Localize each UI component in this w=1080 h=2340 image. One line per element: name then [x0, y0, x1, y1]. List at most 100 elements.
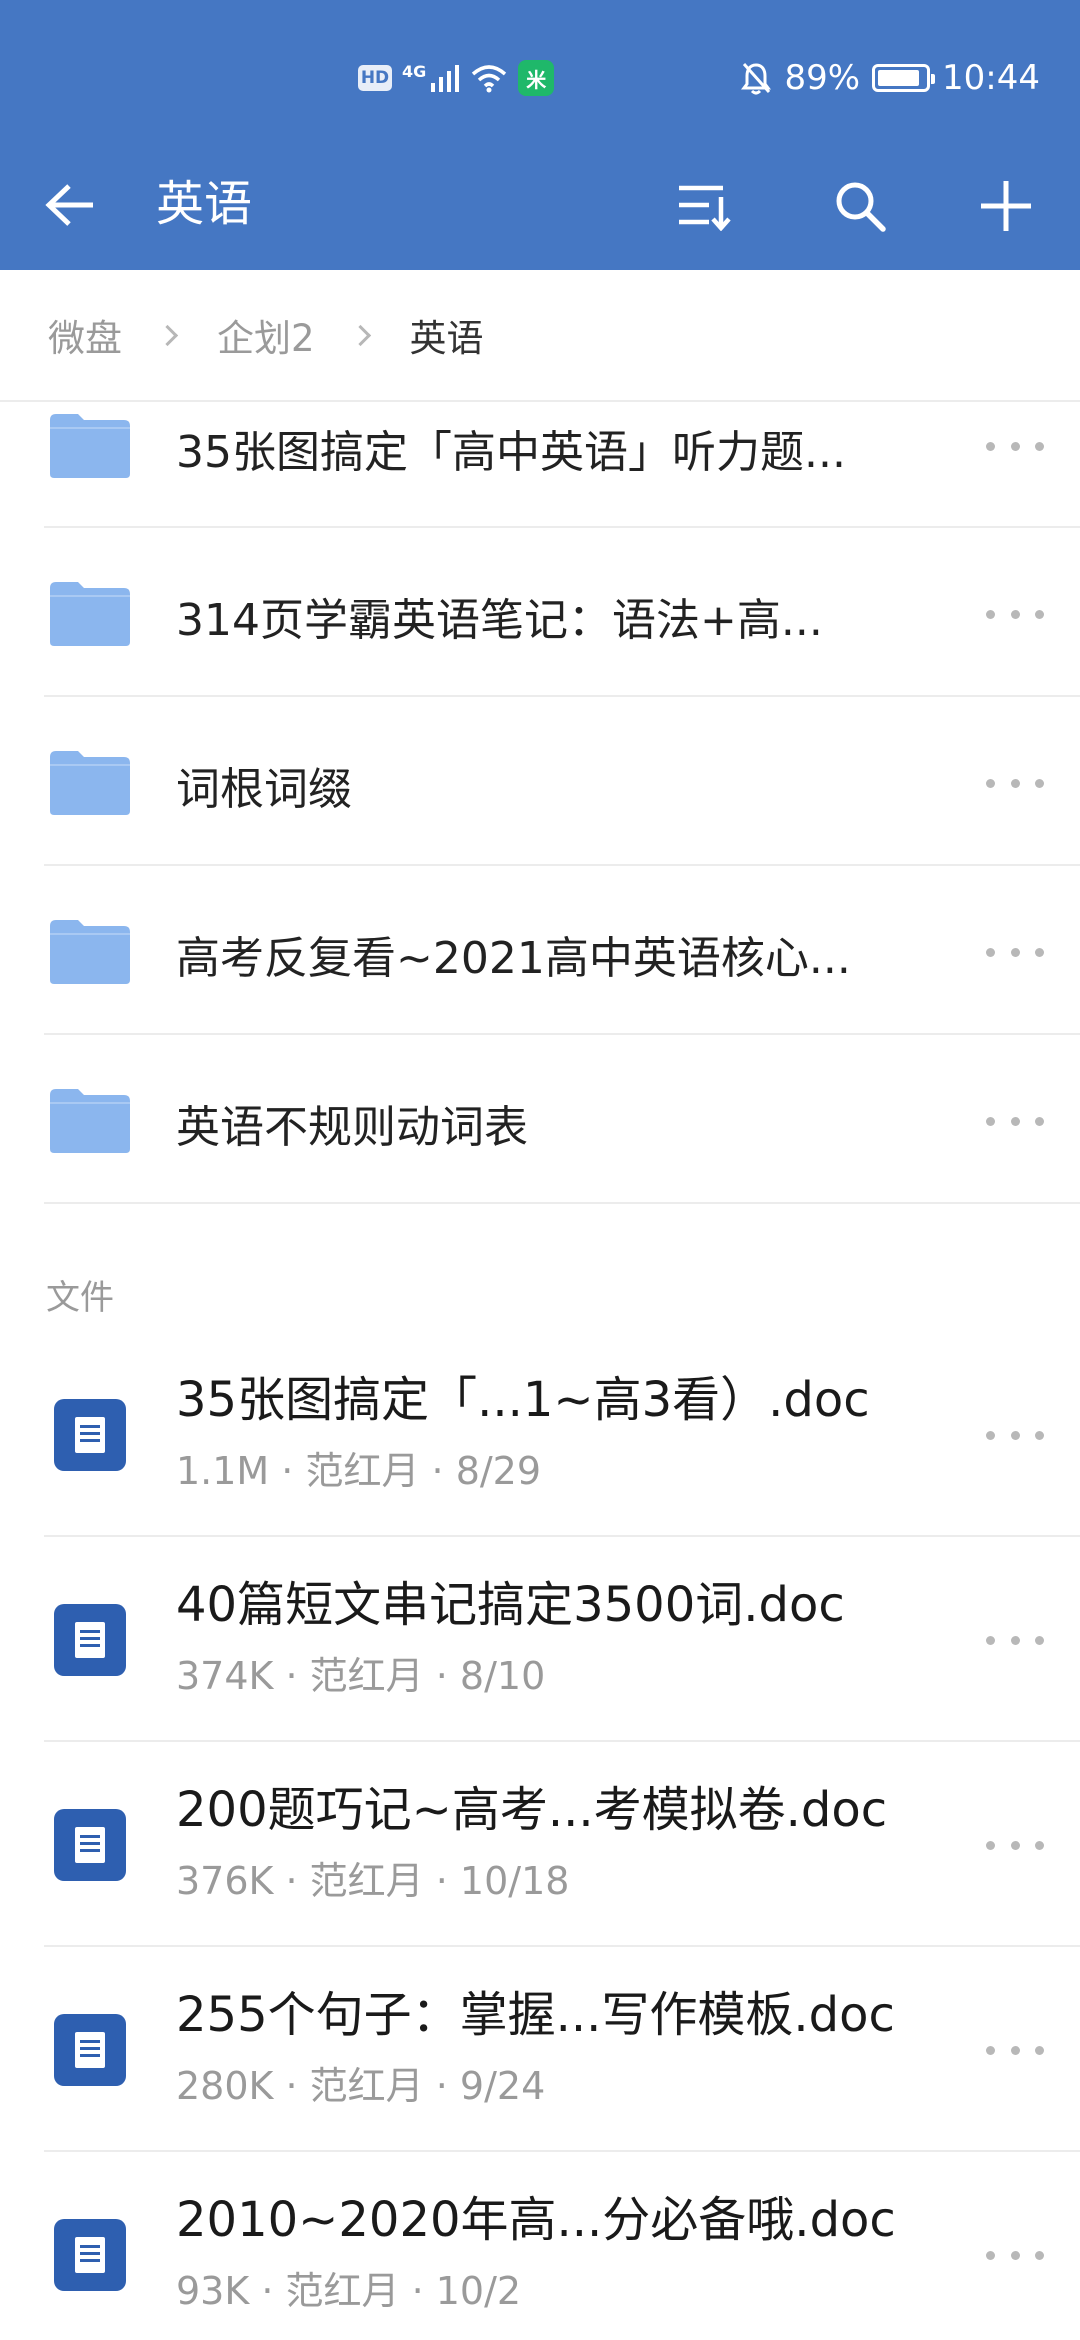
files-section-label: 文件 [46, 1278, 114, 1318]
more-dot-icon [1035, 2250, 1044, 2260]
more-dot-icon [1035, 947, 1044, 957]
wifi-icon [472, 65, 507, 93]
network-type: 4G [402, 61, 427, 81]
folder-icon [50, 920, 130, 984]
bell-muted-icon [741, 63, 772, 95]
breadcrumb: 微盘 企划2 英语 [0, 270, 1080, 402]
more-dot-icon [1035, 1840, 1044, 1850]
more-button[interactable] [980, 1415, 1050, 1455]
more-button[interactable] [980, 763, 1050, 803]
hd-icon: HD [358, 65, 392, 91]
doc-file-icon [54, 1809, 126, 1881]
back-arrow-icon [45, 184, 93, 226]
doc-file-icon [54, 1399, 126, 1471]
folder-name: 314页学霸英语笔记：语法+高... [176, 595, 823, 646]
folder-name: 英语不规则动词表 [176, 1102, 528, 1153]
folder-row[interactable]: 词根词缀 [0, 697, 1080, 866]
file-row[interactable]: 255个句子：掌握...写作模板.doc 280K · 范红月 · 9/24 [0, 1947, 1080, 2152]
more-button[interactable] [980, 594, 1050, 634]
search-button[interactable] [822, 168, 898, 244]
folder-name: 35张图搞定「高中英语」听力题... [176, 427, 846, 478]
folder-name: 高考反复看~2021高中英语核心... [176, 933, 851, 984]
more-dot-icon [986, 2250, 995, 2260]
folder-icon [50, 751, 130, 815]
more-dot-icon [1010, 441, 1020, 451]
add-button[interactable] [968, 168, 1044, 244]
more-dot-icon [986, 2045, 995, 2055]
back-button[interactable] [36, 170, 106, 240]
file-name: 200题巧记~高考...考模拟卷.doc [176, 1782, 888, 1838]
chevron-right-icon [349, 324, 371, 346]
folder-row[interactable]: 高考反复看~2021高中英语核心... [0, 866, 1080, 1035]
more-dot-icon [1010, 609, 1020, 619]
search-icon [836, 182, 886, 232]
folder-icon [50, 414, 130, 478]
file-meta: 93K · 范红月 · 10/2 [176, 2269, 522, 2313]
doc-file-icon [54, 2219, 126, 2291]
clock: 10:44 [942, 58, 1040, 98]
more-dot-icon [986, 947, 995, 957]
breadcrumb-item-current: 英语 [409, 317, 484, 360]
folder-icon [50, 1089, 130, 1153]
top-bar: HD 4G 米 89% 10:44 英语 [0, 0, 1080, 270]
page-title: 英语 [156, 176, 253, 232]
more-button[interactable] [980, 932, 1050, 972]
signal-icon [431, 65, 460, 92]
more-dot-icon [1010, 1840, 1020, 1850]
status-right: 89% 10:44 [740, 56, 1040, 100]
doc-file-icon [54, 1604, 126, 1676]
more-dot-icon [986, 441, 995, 451]
more-dot-icon [1035, 1430, 1044, 1440]
breadcrumb-item-qihua2[interactable]: 企划2 [217, 308, 315, 362]
folder-name: 词根词缀 [176, 764, 352, 815]
more-button[interactable] [980, 2235, 1050, 2275]
file-row[interactable]: 35张图搞定「...1~高3看）.doc 1.1M · 范红月 · 8/29 [0, 1332, 1080, 1537]
more-dot-icon [1035, 2045, 1044, 2055]
file-name: 2010~2020年高...分必备哦.doc [176, 2192, 896, 2248]
more-dot-icon [986, 1116, 995, 1126]
more-button[interactable] [980, 1101, 1050, 1141]
more-dot-icon [986, 1840, 995, 1850]
status-left: HD 4G 米 [358, 58, 555, 98]
battery-level-fill [878, 70, 919, 86]
folder-icon [50, 582, 130, 646]
more-dot-icon [1035, 778, 1044, 788]
file-name: 255个句子：掌握...写作模板.doc [176, 1987, 895, 2043]
plus-icon [981, 181, 1031, 231]
file-row[interactable]: 200题巧记~高考...考模拟卷.doc 376K · 范红月 · 10/18 [0, 1742, 1080, 1947]
folder-row[interactable]: 英语不规则动词表 [0, 1035, 1080, 1204]
more-button[interactable] [980, 2030, 1050, 2070]
status-bar: HD 4G 米 89% 10:44 [0, 0, 1080, 140]
more-button[interactable] [980, 1620, 1050, 1660]
file-meta: 376K · 范红月 · 10/18 [176, 1859, 570, 1903]
more-dot-icon [1010, 1116, 1020, 1126]
file-meta: 374K · 范红月 · 8/10 [176, 1654, 546, 1698]
folder-row[interactable]: 35张图搞定「高中英语」听力题... [0, 402, 1080, 528]
more-dot-icon [986, 1430, 995, 1440]
more-dot-icon [1010, 2250, 1020, 2260]
file-meta: 280K · 范红月 · 9/24 [176, 2064, 546, 2108]
more-dot-icon [1010, 2045, 1020, 2055]
folder-row[interactable]: 314页学霸英语笔记：语法+高... [0, 528, 1080, 697]
sort-button[interactable] [666, 168, 742, 244]
app-notification-icon: 米 [518, 60, 555, 96]
file-row[interactable]: 40篇短文串记搞定3500词.doc 374K · 范红月 · 8/10 [0, 1537, 1080, 1742]
more-dot-icon [986, 1635, 995, 1645]
more-dot-icon [1035, 1116, 1044, 1126]
more-dot-icon [1035, 609, 1044, 619]
file-meta: 1.1M · 范红月 · 8/29 [176, 1449, 542, 1493]
more-dot-icon [1035, 441, 1044, 451]
file-row[interactable]: 2010~2020年高...分必备哦.doc 93K · 范红月 · 10/2 [0, 2152, 1080, 2340]
divider [44, 1202, 1080, 1204]
more-button[interactable] [980, 426, 1050, 466]
more-dot-icon [986, 609, 995, 619]
more-dot-icon [986, 778, 995, 788]
battery-percent: 89% [784, 58, 861, 98]
more-dot-icon [1010, 1430, 1020, 1440]
doc-file-icon [54, 2014, 126, 2086]
more-button[interactable] [980, 1825, 1050, 1865]
breadcrumb-item-weipan[interactable]: 微盘 [48, 308, 122, 362]
chevron-right-icon [156, 324, 179, 346]
sort-icon [679, 185, 731, 231]
more-dot-icon [1010, 947, 1020, 957]
